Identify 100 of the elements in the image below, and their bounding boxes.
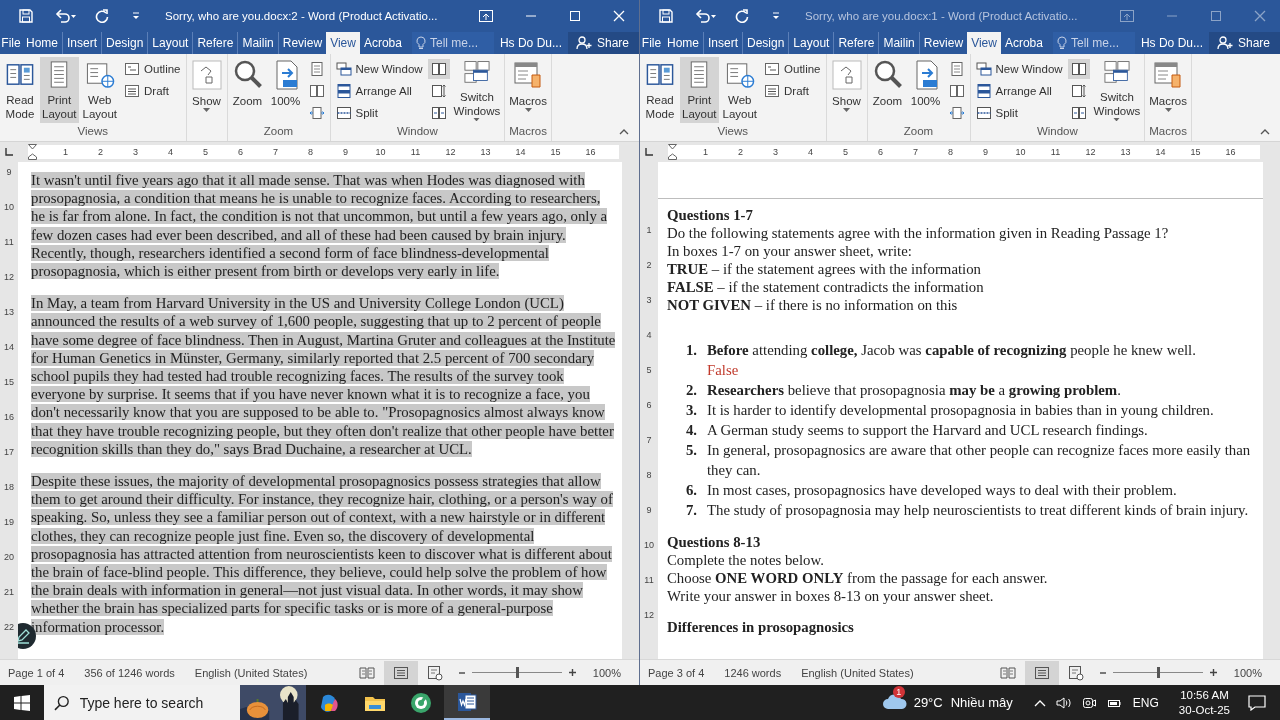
maximize-icon[interactable]	[569, 10, 581, 22]
clock-date[interactable]: 30-Oct-25	[1178, 702, 1230, 718]
ribbon-tab[interactable]: File	[0, 32, 22, 54]
ribbon-button[interactable]: Draft	[121, 81, 184, 101]
ribbon-button[interactable]: Print Layout	[40, 57, 79, 123]
ribbon-button[interactable]: Switch Windows	[1091, 57, 1143, 123]
ribbon-button[interactable]: 100%	[907, 57, 944, 123]
ruler-number: 1	[646, 225, 652, 237]
ribbon-tab[interactable]: Home	[21, 32, 62, 54]
temperature[interactable]: 29°C	[913, 695, 943, 710]
lightbulb-icon	[1056, 36, 1067, 50]
ribbon-button[interactable]: Arrange All	[332, 81, 426, 101]
ribbon-button[interactable]: Outline	[761, 59, 824, 79]
ruler-number: 18	[4, 482, 14, 494]
web-page-icon	[426, 664, 443, 681]
new-window-icon	[335, 61, 352, 77]
slider-thumb[interactable]	[1156, 667, 1160, 678]
tell-me-field[interactable]: Tell me...	[429, 36, 490, 50]
tell-me-field[interactable]: Tell me...	[1070, 36, 1131, 50]
open-book-icon	[358, 664, 375, 681]
zoom-level[interactable]: 100%	[592, 666, 621, 679]
notification-badge: 1	[892, 685, 905, 698]
taskbar-button[interactable]	[444, 685, 490, 720]
ruler-number: 8	[307, 147, 314, 157]
ribbon-button[interactable]: Macros	[507, 57, 549, 123]
ribbon-button[interactable]: Draft	[761, 81, 824, 101]
print-view-button[interactable]	[383, 660, 418, 685]
ribbon-button[interactable]: Show	[188, 57, 225, 123]
person-add-icon	[575, 36, 592, 50]
pen-icon	[18, 628, 31, 644]
question-number: 1.	[684, 341, 698, 360]
tab-stop-icon[interactable]	[5, 148, 13, 156]
ribbon-button[interactable]: New Window	[332, 59, 426, 79]
slider-thumb[interactable]	[515, 667, 519, 678]
collapse-ribbon-icon[interactable]	[619, 129, 629, 135]
ribbon-button[interactable]: Arrange All	[972, 81, 1066, 101]
notification-center-icon[interactable]	[1248, 694, 1266, 711]
share-button[interactable]: Share	[567, 32, 639, 54]
ribbon-button[interactable]: Web Layout	[80, 57, 120, 123]
ribbon-button[interactable]: Split	[972, 103, 1066, 123]
indent-marker-icon[interactable]	[668, 144, 677, 160]
page-count[interactable]: Page 1 of 4	[8, 666, 65, 679]
ribbon-button[interactable]	[1067, 59, 1090, 79]
section-heading: Questions 8-13	[667, 533, 762, 551]
clock-time[interactable]: 10:56 AM	[1180, 687, 1229, 703]
ruler-number: 13	[4, 307, 14, 319]
weather-condition[interactable]: Nhiều mây	[950, 695, 1013, 710]
ruler-number: 5	[842, 147, 849, 157]
ribbon-button[interactable]: Switch Windows	[451, 57, 503, 123]
customize-toolbar-icon[interactable]	[131, 11, 141, 21]
ruler-number: 22	[4, 622, 14, 634]
ruler-number: 2	[97, 147, 104, 157]
ribbon-button[interactable]: Print Layout	[680, 57, 719, 123]
group-label: Macros	[508, 125, 548, 139]
language-indicator[interactable]: English (United States)	[194, 666, 308, 679]
ribbon-button[interactable]: Outline	[121, 59, 184, 79]
ruler-number: 3	[772, 147, 779, 157]
horizontal-ruler[interactable]: 1 2 3 4 5 6 7 8 9 10 11 12 13 14 15 16	[28, 145, 619, 159]
undo-icon[interactable]	[55, 9, 77, 23]
ribbon-button[interactable]: New Window	[972, 59, 1066, 79]
camera-icon[interactable]	[1081, 695, 1096, 710]
taskbar-search-field[interactable]: Type here to search	[79, 694, 230, 711]
word-count[interactable]: 356 of 1246 words	[84, 666, 175, 679]
split-icon	[975, 105, 992, 121]
tell-me-box[interactable]: Tell me...	[411, 32, 494, 54]
page-icon	[948, 61, 965, 77]
ribbon-button[interactable]: Zoom	[229, 57, 266, 123]
ribbon-tab[interactable]: Acroba	[359, 32, 406, 54]
question-number: 5.	[684, 441, 698, 460]
ribbon-button[interactable]: Web Layout	[720, 57, 760, 123]
ruler-number: 2	[646, 260, 652, 272]
user-name[interactable]: Hs Do Du...	[493, 32, 568, 54]
save-icon[interactable]	[19, 9, 33, 23]
outline-icon	[124, 61, 141, 77]
ribbon-tab[interactable]: View	[326, 32, 360, 54]
chevron-up-icon[interactable]	[1033, 698, 1046, 707]
indent-marker-icon[interactable]	[28, 144, 37, 160]
ribbon-button[interactable]: Macros	[1147, 57, 1189, 123]
search-icon	[54, 694, 70, 711]
windows-start-icon[interactable]	[14, 694, 30, 711]
answer-text: False	[707, 361, 739, 380]
ribbon-button[interactable]: Split	[332, 103, 426, 123]
input-language[interactable]: ENG	[1132, 695, 1159, 710]
taskbar-search-box[interactable]: Type here to search	[44, 685, 306, 720]
speaker-icon[interactable]	[1055, 695, 1072, 710]
ribbon-display-options-icon[interactable]	[479, 10, 493, 22]
ribbon-button[interactable]: 100%	[267, 57, 304, 123]
lightbulb-icon	[415, 36, 426, 50]
ribbon-button[interactable]: Read Mode	[2, 57, 38, 123]
ribbon-button[interactable]: Show	[828, 57, 865, 123]
redo-icon[interactable]	[95, 9, 109, 23]
question-number: 4.	[684, 421, 698, 440]
ribbon-button[interactable]: Read Mode	[642, 57, 678, 123]
ruler-number: 14	[514, 147, 527, 157]
ruler-number: 10	[644, 540, 654, 552]
zoom-in-icon[interactable]	[567, 668, 577, 677]
close-icon[interactable]	[613, 10, 625, 22]
instruction-text: NOT GIVEN – if there is no information on this	[667, 296, 959, 314]
ribbon-button[interactable]: Zoom	[869, 57, 906, 123]
ribbon-button[interactable]	[427, 59, 450, 79]
